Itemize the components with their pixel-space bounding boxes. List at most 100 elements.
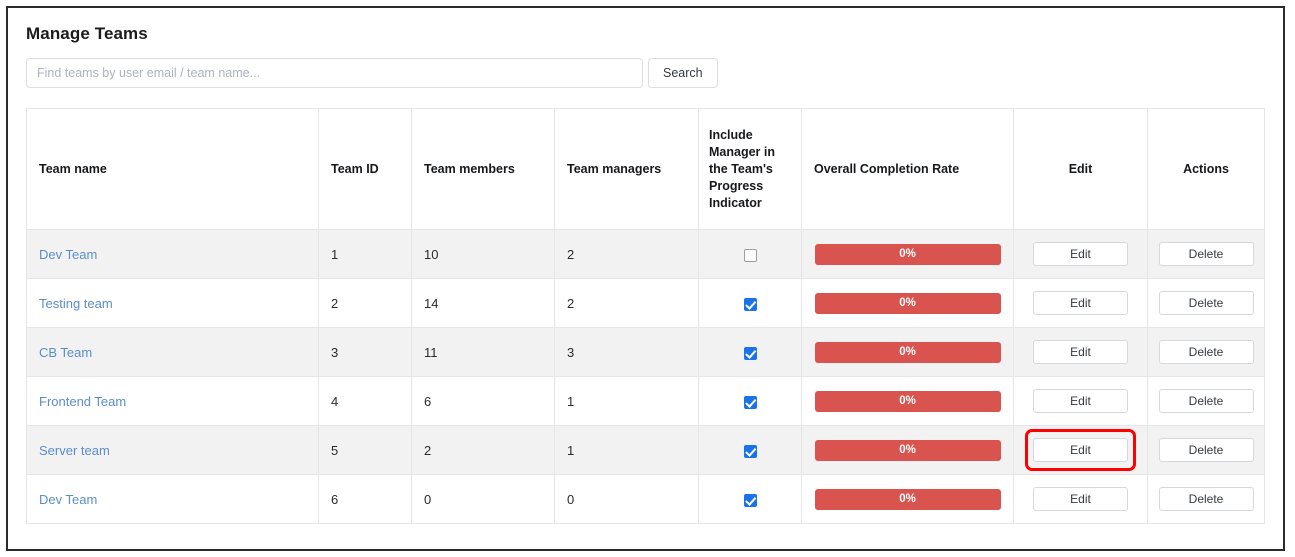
table-header: Team name Team ID Team members Team mana… [26, 108, 1265, 230]
edit-button-wrapper: Edit [1033, 291, 1128, 315]
cell-team-managers: 1 [554, 425, 699, 475]
cell-actions: Delete [1147, 425, 1265, 475]
cell-edit: Edit [1013, 425, 1148, 475]
cell-completion-rate: 0% [801, 376, 1014, 426]
team-name-link[interactable]: CB Team [39, 345, 92, 360]
edit-button-wrapper: Edit [1033, 487, 1128, 511]
edit-button[interactable]: Edit [1033, 389, 1128, 413]
cell-include-manager [698, 376, 802, 426]
cell-team-managers: 2 [554, 229, 699, 279]
edit-button[interactable]: Edit [1033, 487, 1128, 511]
cell-edit: Edit [1013, 229, 1148, 279]
include-manager-checkbox[interactable] [743, 395, 757, 409]
cell-edit: Edit [1013, 376, 1148, 426]
cell-actions: Delete [1147, 474, 1265, 524]
cell-include-manager [698, 425, 802, 475]
cell-team-name: CB Team [26, 327, 319, 377]
include-manager-checkbox[interactable] [743, 493, 757, 507]
delete-button[interactable]: Delete [1158, 389, 1254, 413]
table-row: Server team 5 2 1 0% Edit Delete [26, 425, 1265, 475]
manage-teams-page: Manage Teams Search Team [8, 8, 1283, 524]
edit-button[interactable]: Edit [1033, 291, 1128, 315]
cell-team-members: 2 [411, 425, 555, 475]
cell-edit: Edit [1013, 327, 1148, 377]
completion-progress-label: 0% [899, 345, 916, 358]
search-bar: Search [8, 44, 1283, 88]
completion-progress-bar: 0% [814, 292, 1001, 314]
cell-team-id: 4 [318, 376, 412, 426]
delete-button[interactable]: Delete [1158, 242, 1254, 266]
cell-team-id: 3 [318, 327, 412, 377]
edit-button-wrapper: Edit [1033, 389, 1128, 413]
cell-team-id: 1 [318, 229, 412, 279]
column-header-team-name: Team name [26, 108, 319, 230]
include-manager-checkbox[interactable] [743, 346, 757, 360]
completion-progress-label: 0% [899, 492, 916, 505]
column-header-team-id: Team ID [318, 108, 412, 230]
table-header-row: Team name Team ID Team members Team mana… [26, 108, 1265, 230]
search-button[interactable]: Search [648, 58, 718, 88]
completion-progress-bar: 0% [814, 439, 1001, 461]
cell-team-managers: 1 [554, 376, 699, 426]
team-name-link[interactable]: Testing team [39, 296, 113, 311]
column-header-completion-rate: Overall Completion Rate [801, 108, 1014, 230]
teams-table-container: Team name Team ID Team members Team mana… [8, 88, 1283, 524]
cell-team-members: 10 [411, 229, 555, 279]
team-name-link[interactable]: Dev Team [39, 492, 97, 507]
edit-button[interactable]: Edit [1033, 340, 1128, 364]
completion-progress-bar: 0% [814, 341, 1001, 363]
delete-button[interactable]: Delete [1158, 487, 1254, 511]
team-name-link[interactable]: Server team [39, 443, 110, 458]
edit-button[interactable]: Edit [1033, 242, 1128, 266]
include-manager-checkbox[interactable] [743, 248, 757, 262]
edit-button-wrapper: Edit [1033, 242, 1128, 266]
completion-progress-bar: 0% [814, 243, 1001, 265]
column-header-actions: Actions [1147, 108, 1265, 230]
cell-team-name: Server team [26, 425, 319, 475]
completion-progress-label: 0% [899, 296, 916, 309]
include-manager-checkbox[interactable] [743, 444, 757, 458]
edit-button-highlight-ring: Edit [1025, 429, 1136, 471]
search-input[interactable] [26, 58, 643, 88]
cell-include-manager [698, 278, 802, 328]
cell-team-name: Dev Team [26, 229, 319, 279]
table-row: CB Team 3 11 3 0% Edit Delete [26, 327, 1265, 377]
cell-completion-rate: 0% [801, 327, 1014, 377]
cell-team-members: 14 [411, 278, 555, 328]
cell-completion-rate: 0% [801, 229, 1014, 279]
completion-progress-bar: 0% [814, 390, 1001, 412]
cell-team-members: 0 [411, 474, 555, 524]
cell-actions: Delete [1147, 327, 1265, 377]
team-name-link[interactable]: Dev Team [39, 247, 97, 262]
cell-edit: Edit [1013, 278, 1148, 328]
team-name-link[interactable]: Frontend Team [39, 394, 126, 409]
cell-team-managers: 3 [554, 327, 699, 377]
completion-progress-label: 0% [899, 247, 916, 260]
completion-progress-label: 0% [899, 394, 916, 407]
cell-completion-rate: 0% [801, 425, 1014, 475]
column-header-edit: Edit [1013, 108, 1148, 230]
cell-team-id: 5 [318, 425, 412, 475]
cell-team-members: 6 [411, 376, 555, 426]
cell-include-manager [698, 327, 802, 377]
teams-table: Team name Team ID Team members Team mana… [26, 108, 1265, 524]
cell-edit: Edit [1013, 474, 1148, 524]
delete-button[interactable]: Delete [1158, 291, 1254, 315]
page-title: Manage Teams [26, 24, 148, 43]
delete-button[interactable]: Delete [1158, 340, 1254, 364]
completion-progress-bar: 0% [814, 488, 1001, 510]
include-manager-checkbox[interactable] [743, 297, 757, 311]
edit-button[interactable]: Edit [1033, 438, 1128, 462]
cell-actions: Delete [1147, 376, 1265, 426]
table-row: Frontend Team 4 6 1 0% Edit Delete [26, 376, 1265, 426]
cell-include-manager [698, 229, 802, 279]
table-body: Dev Team 1 10 2 0% Edit Delete Testing team 2 14 2… [26, 229, 1265, 524]
cell-team-members: 11 [411, 327, 555, 377]
cell-team-id: 2 [318, 278, 412, 328]
cell-completion-rate: 0% [801, 278, 1014, 328]
cell-actions: Delete [1147, 229, 1265, 279]
completion-progress-label: 0% [899, 443, 916, 456]
delete-button[interactable]: Delete [1158, 438, 1254, 462]
cell-team-id: 6 [318, 474, 412, 524]
cell-team-name: Testing team [26, 278, 319, 328]
